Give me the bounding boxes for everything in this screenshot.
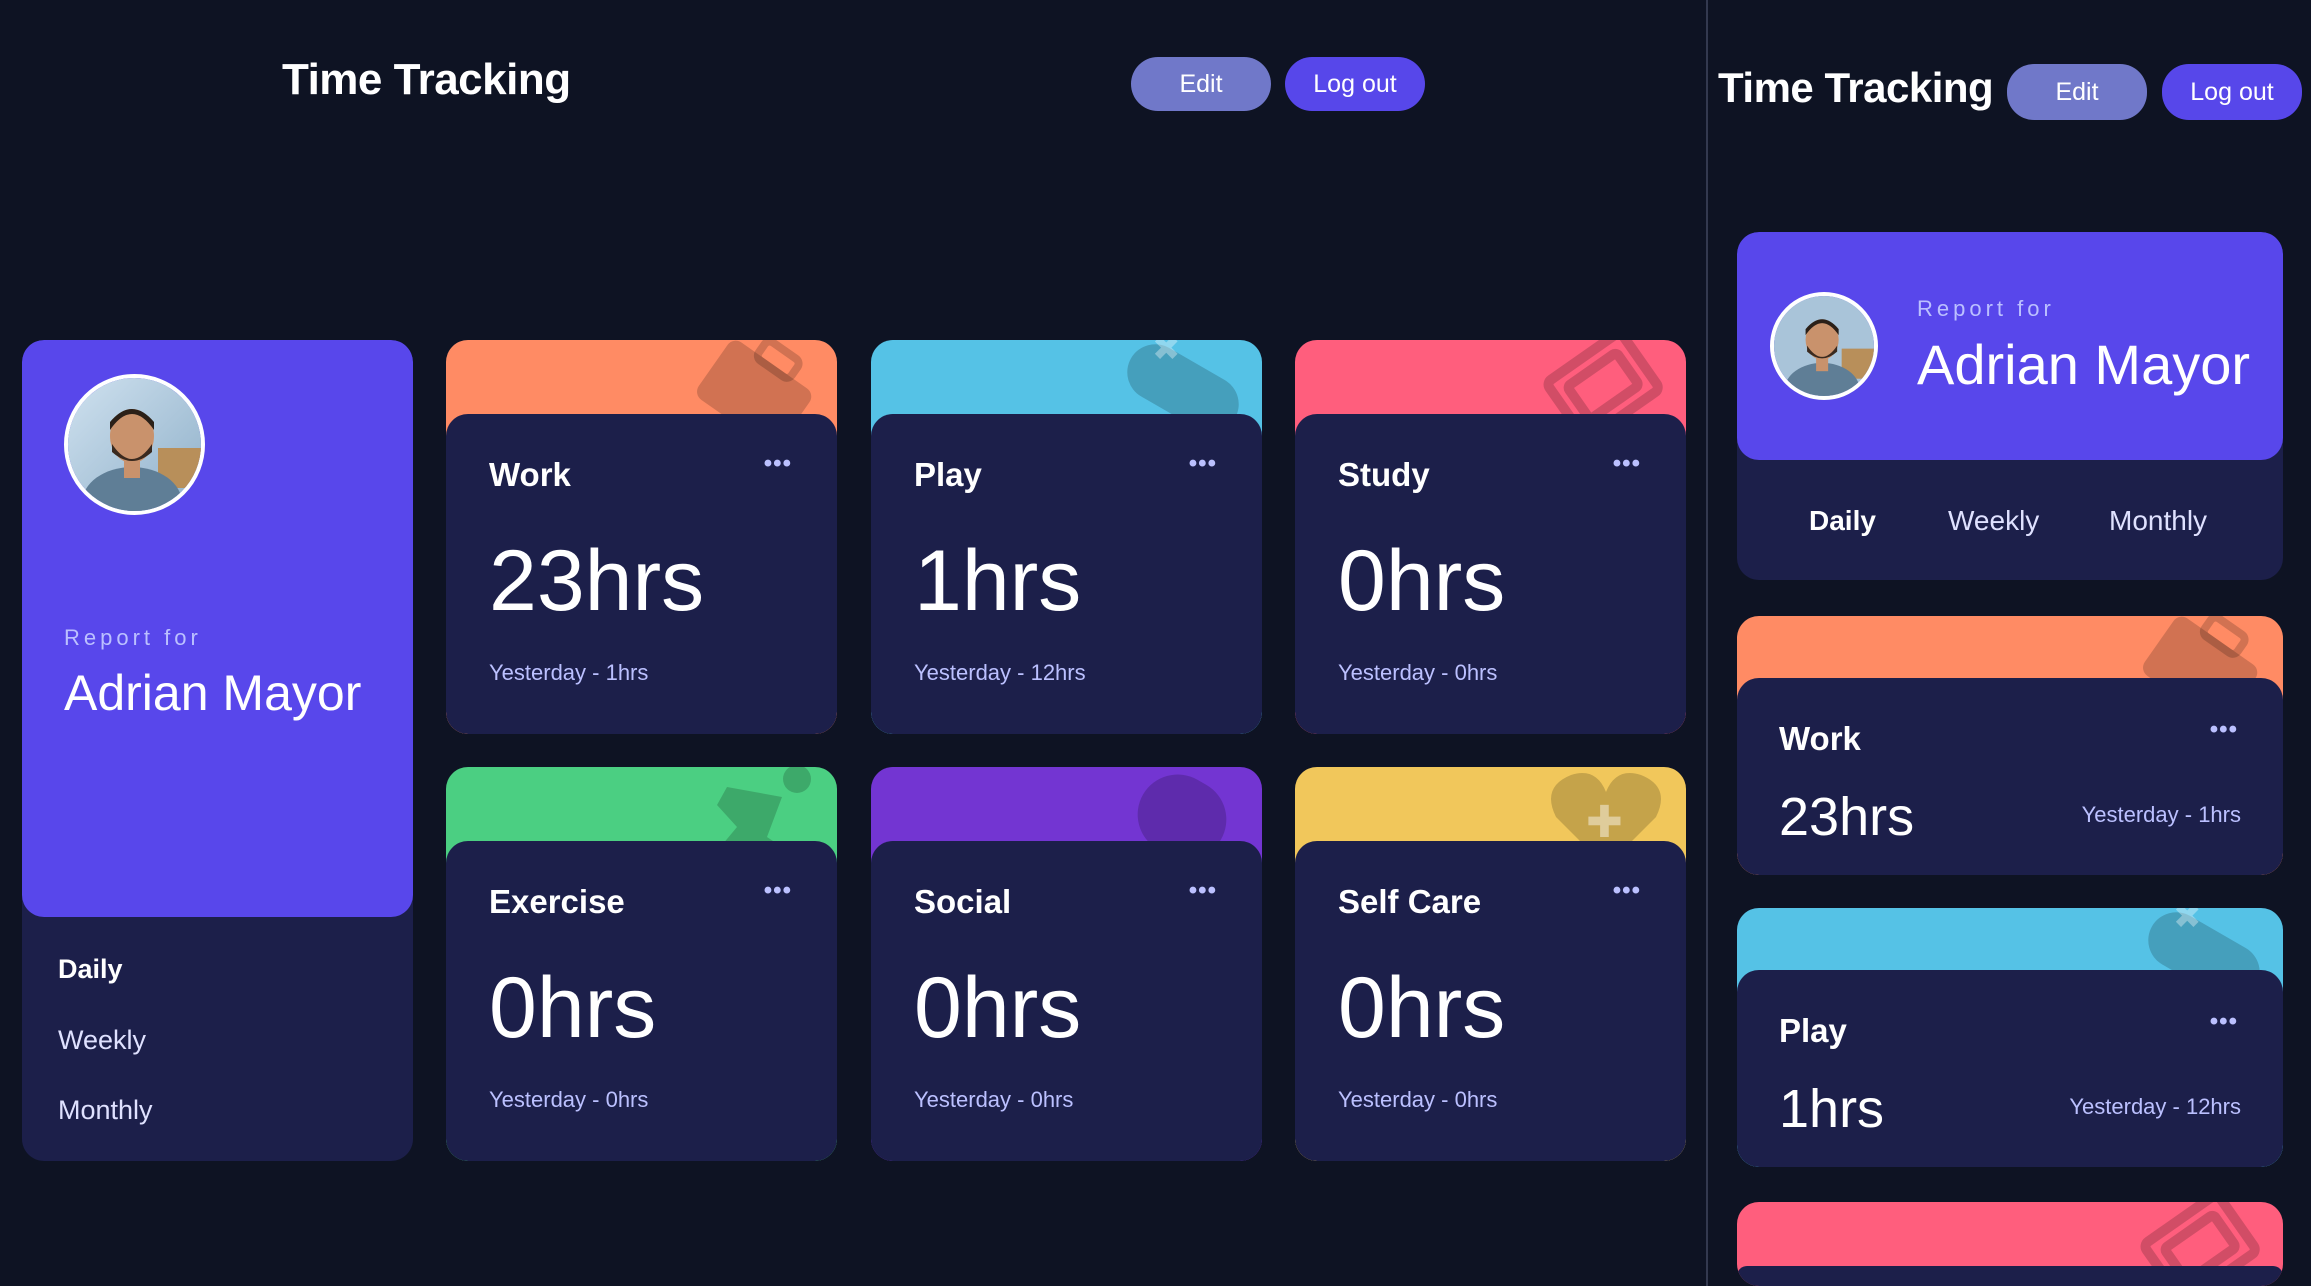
activity-hours: 0hrs [489, 960, 657, 1056]
mobile-activity-card-play[interactable]: ✖ Play ••• 1hrs Yesterday - 12hrs [1737, 908, 2283, 1167]
mobile-report-for-label: Report for [1917, 296, 2055, 321]
activity-title: Self Care [1338, 883, 1482, 920]
activity-previous: Yesterday - 12hrs [914, 660, 1086, 685]
edit-button[interactable]: Edit [1131, 57, 1271, 111]
activity-card-self-care[interactable]: ✚ Self Care ••• 0hrs Yesterday - 0hrs [1295, 767, 1686, 1161]
activity-previous: Yesterday - 0hrs [1338, 1087, 1498, 1112]
activity-hours: 0hrs [1338, 533, 1506, 629]
activity-card-study[interactable]: Study ••• 0hrs Yesterday - 0hrs [1295, 340, 1686, 734]
mobile-activity-card-body: Work ••• 23hrs Yesterday - 1hrs [1737, 678, 2283, 875]
avatar [64, 374, 205, 515]
mobile-logout-button[interactable]: Log out [2162, 64, 2302, 120]
mobile-activity-previous: Yesterday - 12hrs [2069, 1094, 2241, 1119]
svg-text:✖: ✖ [2173, 908, 2202, 937]
mobile-activity-card-work[interactable]: Work ••• 23hrs Yesterday - 1hrs [1737, 616, 2283, 875]
activity-card-body: Self Care ••• 0hrs Yesterday - 0hrs [1295, 841, 1686, 1161]
activity-previous: Yesterday - 0hrs [914, 1087, 1074, 1112]
mobile-activity-previous: Yesterday - 1hrs [2081, 802, 2241, 827]
activity-title: Social [914, 883, 1012, 920]
mobile-ellipsis-icon[interactable]: ••• [2210, 1008, 2238, 1036]
mobile-activity-hours: 23hrs [1779, 787, 1915, 847]
activity-card-body: Play ••• 1hrs Yesterday - 12hrs [871, 414, 1262, 734]
mobile-profile-header: Report for Adrian Mayor [1737, 232, 2283, 460]
activity-title: Exercise [489, 883, 625, 920]
mobile-period-daily[interactable]: Daily [1809, 505, 1876, 537]
activity-title: Play [914, 456, 982, 493]
activity-card-body: Study ••• 0hrs Yesterday - 0hrs [1295, 414, 1686, 734]
activity-card-play[interactable]: ✖ Play ••• 1hrs Yesterday - 12hrs [871, 340, 1262, 734]
mobile-activity-title: Work [1779, 720, 1861, 757]
mobile-activity-card-body: Play ••• 1hrs Yesterday - 12hrs [1737, 970, 2283, 1167]
page-title: Time Tracking [282, 55, 571, 104]
mobile-profile-card: Report for Adrian Mayor Daily Weekly Mon… [1737, 232, 2283, 580]
activity-hours: 0hrs [1338, 960, 1506, 1056]
activity-hours: 0hrs [914, 960, 1082, 1056]
mobile-activity-card-body [1737, 1266, 2283, 1286]
activity-hours: 23hrs [489, 533, 705, 629]
mobile-period-weekly[interactable]: Weekly [1948, 505, 2039, 537]
view-divider [1706, 0, 1708, 1286]
profile-header: Report for Adrian Mayor [22, 340, 413, 917]
activity-card-body: Social ••• 0hrs Yesterday - 0hrs [871, 841, 1262, 1161]
period-weekly[interactable]: Weekly [58, 1025, 146, 1056]
ellipsis-icon[interactable]: ••• [1189, 450, 1217, 478]
logout-button[interactable]: Log out [1285, 57, 1425, 111]
user-name: Adrian Mayor [64, 665, 362, 721]
activity-card-exercise[interactable]: Exercise ••• 0hrs Yesterday - 0hrs [446, 767, 837, 1161]
activity-previous: Yesterday - 1hrs [489, 660, 649, 685]
activity-card-work[interactable]: Work ••• 23hrs Yesterday - 1hrs [446, 340, 837, 734]
period-monthly[interactable]: Monthly [58, 1095, 153, 1126]
ellipsis-icon[interactable]: ••• [1189, 877, 1217, 905]
activity-title: Study [1338, 456, 1430, 493]
mobile-user-name: Adrian Mayor [1917, 333, 2251, 396]
mobile-period-monthly[interactable]: Monthly [2109, 505, 2207, 537]
activity-card-social[interactable]: Social ••• 0hrs Yesterday - 0hrs [871, 767, 1262, 1161]
report-for-label: Report for [64, 625, 202, 650]
mobile-activity-title: Play [1779, 1012, 1847, 1049]
activity-previous: Yesterday - 0hrs [489, 1087, 649, 1112]
mobile-activity-card-study[interactable] [1737, 1202, 2283, 1286]
ellipsis-icon[interactable]: ••• [764, 877, 792, 905]
svg-text:✖: ✖ [1152, 340, 1181, 369]
activity-hours: 1hrs [914, 533, 1082, 629]
profile-card: Report for Adrian Mayor Daily Weekly Mon… [22, 340, 413, 1161]
mobile-page-title: Time Tracking [1718, 64, 1994, 111]
activity-card-body: Work ••• 23hrs Yesterday - 1hrs [446, 414, 837, 734]
activity-card-body: Exercise ••• 0hrs Yesterday - 0hrs [446, 841, 837, 1161]
ellipsis-icon[interactable]: ••• [764, 450, 792, 478]
period-daily[interactable]: Daily [58, 954, 123, 985]
activity-previous: Yesterday - 0hrs [1338, 660, 1498, 685]
mobile-activity-hours: 1hrs [1779, 1079, 1885, 1139]
mobile-avatar [1770, 292, 1878, 400]
mobile-ellipsis-icon[interactable]: ••• [2210, 716, 2238, 744]
ellipsis-icon[interactable]: ••• [1613, 450, 1641, 478]
activity-title: Work [489, 456, 571, 493]
mobile-edit-button[interactable]: Edit [2007, 64, 2147, 120]
ellipsis-icon[interactable]: ••• [1613, 877, 1641, 905]
